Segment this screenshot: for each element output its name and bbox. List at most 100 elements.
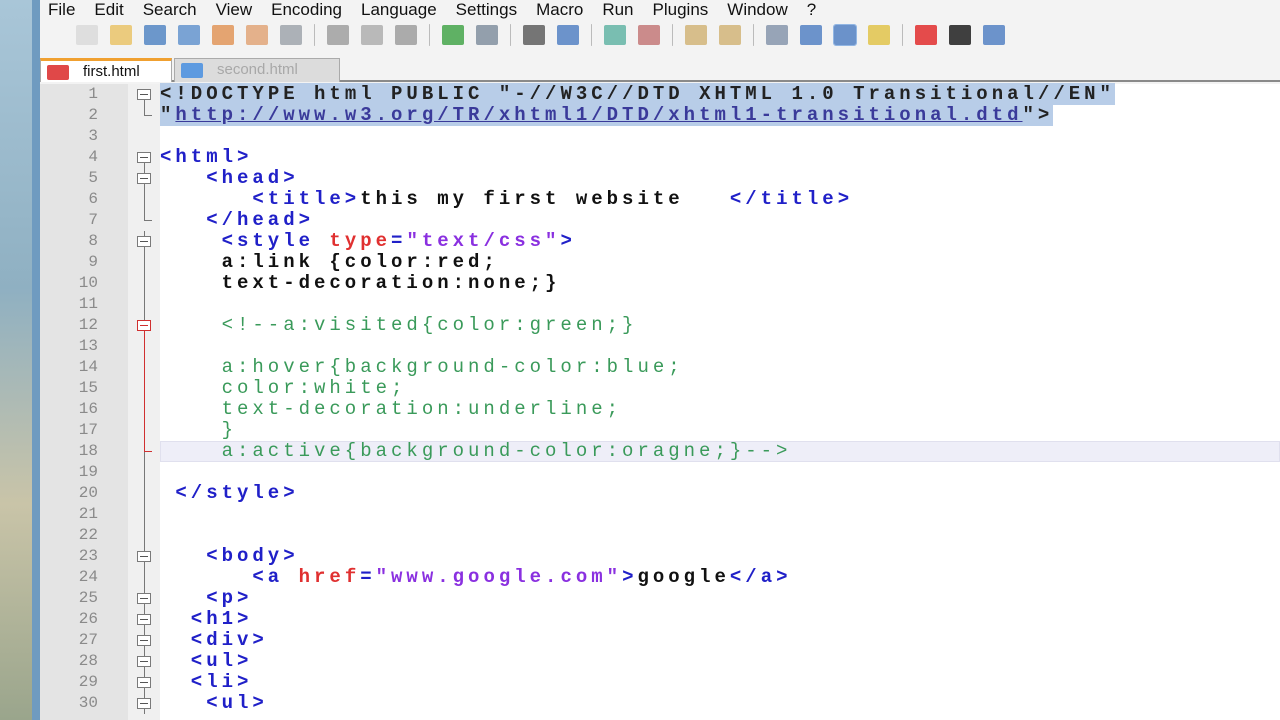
code-token-attr: href	[298, 566, 361, 588]
menu-plugins[interactable]: Plugins	[645, 0, 720, 19]
fold-toggle-icon[interactable]	[137, 152, 151, 163]
fold-line	[144, 315, 145, 320]
menu-file[interactable]: File	[40, 0, 86, 19]
menu-search[interactable]: Search	[135, 0, 208, 19]
toolbar-separator	[672, 24, 673, 46]
line-number: 14	[78, 358, 98, 376]
code-line: 27 <div>	[40, 630, 1280, 651]
replace-icon[interactable]	[557, 25, 579, 45]
show-all-chars-icon[interactable]	[800, 25, 822, 45]
fold-toggle-icon[interactable]	[137, 593, 151, 604]
code-text: </style>	[175, 483, 298, 504]
fold-toggle-icon[interactable]	[137, 635, 151, 646]
redo-icon[interactable]	[476, 25, 498, 45]
save-all-icon[interactable]	[178, 25, 200, 45]
tab-second-html[interactable]: second.html	[174, 58, 340, 82]
code-token-cmt: a:hover{background-color:blue;	[221, 356, 684, 378]
menu-window[interactable]: Window	[719, 0, 798, 19]
code-line: 12 <!--a:visited{color:green;}	[40, 315, 1280, 336]
code-line: 19	[40, 462, 1280, 483]
record-macro-icon[interactable]	[915, 25, 937, 45]
code-line: 24 <a href="www.google.com">google</a>	[40, 567, 1280, 588]
tab-bar: first.html second.html	[40, 56, 1280, 82]
code-text: }	[222, 420, 237, 441]
code-editor[interactable]: 1 <!DOCTYPE html PUBLIC "-//W3C//DTD XHTM…	[40, 83, 1280, 720]
stop-macro-icon[interactable]	[949, 25, 971, 45]
menu-run[interactable]: Run	[594, 0, 644, 19]
line-number: 30	[78, 694, 98, 712]
fold-toggle-icon[interactable]	[137, 89, 151, 100]
code-line: 30 <ul>	[40, 693, 1280, 714]
code-line: 13	[40, 336, 1280, 357]
fold-toggle-icon[interactable]	[137, 677, 151, 688]
line-number: 8	[88, 232, 98, 250]
tab-first-html[interactable]: first.html	[40, 58, 172, 82]
sync-horizontal-icon[interactable]	[719, 25, 741, 45]
code-token-str: "text/css"	[406, 230, 561, 252]
menu-encoding[interactable]: Encoding	[263, 0, 353, 19]
fold-toggle-icon[interactable]	[137, 236, 151, 247]
paste-icon[interactable]	[395, 25, 417, 45]
sync-vertical-icon[interactable]	[685, 25, 707, 45]
code-text: <title>this my first website </title>	[252, 189, 853, 210]
code-line: 2 "http://www.w3.org/TR/xhtml1/DTD/xhtml1…	[40, 104, 1280, 126]
indent-guide-icon[interactable]	[833, 24, 857, 46]
fold-toggle-icon[interactable]	[137, 320, 151, 331]
save-icon[interactable]	[144, 25, 166, 45]
find-icon[interactable]	[523, 25, 545, 45]
code-line: 3	[40, 126, 1280, 147]
code-line: 6 <title>this my first website </title>	[40, 189, 1280, 210]
line-number: 13	[78, 337, 98, 355]
menu-settings[interactable]: Settings	[448, 0, 528, 19]
fold-line	[144, 252, 145, 273]
menu-help[interactable]: ?	[799, 0, 827, 19]
toolbar	[40, 20, 1280, 50]
code-token-doc: ">	[1022, 104, 1054, 126]
menu-language[interactable]: Language	[353, 0, 448, 19]
zoom-in-icon[interactable]	[604, 25, 626, 45]
file-icon	[47, 65, 69, 80]
menu-view[interactable]: View	[208, 0, 264, 19]
code-token-tag: >	[622, 566, 638, 588]
code-text: <ul>	[191, 651, 253, 672]
code-token-tag: <h1>	[190, 608, 253, 630]
code-line: 23 <body>	[40, 546, 1280, 567]
code-token-txt: a:link {color:red;	[221, 251, 499, 273]
open-file-icon[interactable]	[110, 25, 132, 45]
code-text: <ul>	[206, 693, 268, 714]
code-line: 17}	[40, 420, 1280, 441]
code-text: <!--a:visited{color:green;}	[222, 315, 638, 336]
fold-toggle-icon[interactable]	[137, 614, 151, 625]
user-language-icon[interactable]	[868, 25, 890, 45]
new-file-icon[interactable]	[76, 25, 98, 45]
line-number: 10	[78, 274, 98, 292]
close-all-icon[interactable]	[246, 25, 268, 45]
cut-icon[interactable]	[327, 25, 349, 45]
fold-toggle-icon[interactable]	[137, 173, 151, 184]
code-line: 5 <head>	[40, 168, 1280, 189]
close-icon[interactable]	[212, 25, 234, 45]
menu-macro[interactable]: Macro	[528, 0, 594, 19]
toolbar-separator	[314, 24, 315, 46]
code-token-tag: <ul>	[206, 692, 268, 714]
fold-toggle-icon[interactable]	[137, 656, 151, 667]
fold-line	[144, 567, 145, 588]
code-token-txt: google	[637, 566, 730, 588]
code-line: 25 <p>	[40, 588, 1280, 609]
code-token-attr: type	[329, 230, 392, 252]
code-text: <p>	[206, 588, 252, 609]
fold-toggle-icon[interactable]	[137, 698, 151, 709]
word-wrap-icon[interactable]	[766, 25, 788, 45]
line-number: 20	[78, 484, 98, 502]
code-token-cmt: <!--a:visited{color:green;}	[221, 314, 638, 336]
play-macro-icon[interactable]	[983, 25, 1005, 45]
code-text: color:white;	[222, 378, 407, 399]
fold-toggle-icon[interactable]	[137, 551, 151, 562]
copy-icon[interactable]	[361, 25, 383, 45]
line-number: 15	[78, 379, 98, 397]
line-number: 22	[78, 526, 98, 544]
menu-edit[interactable]: Edit	[86, 0, 134, 19]
print-icon[interactable]	[280, 25, 302, 45]
zoom-out-icon[interactable]	[638, 25, 660, 45]
undo-icon[interactable]	[442, 25, 464, 45]
